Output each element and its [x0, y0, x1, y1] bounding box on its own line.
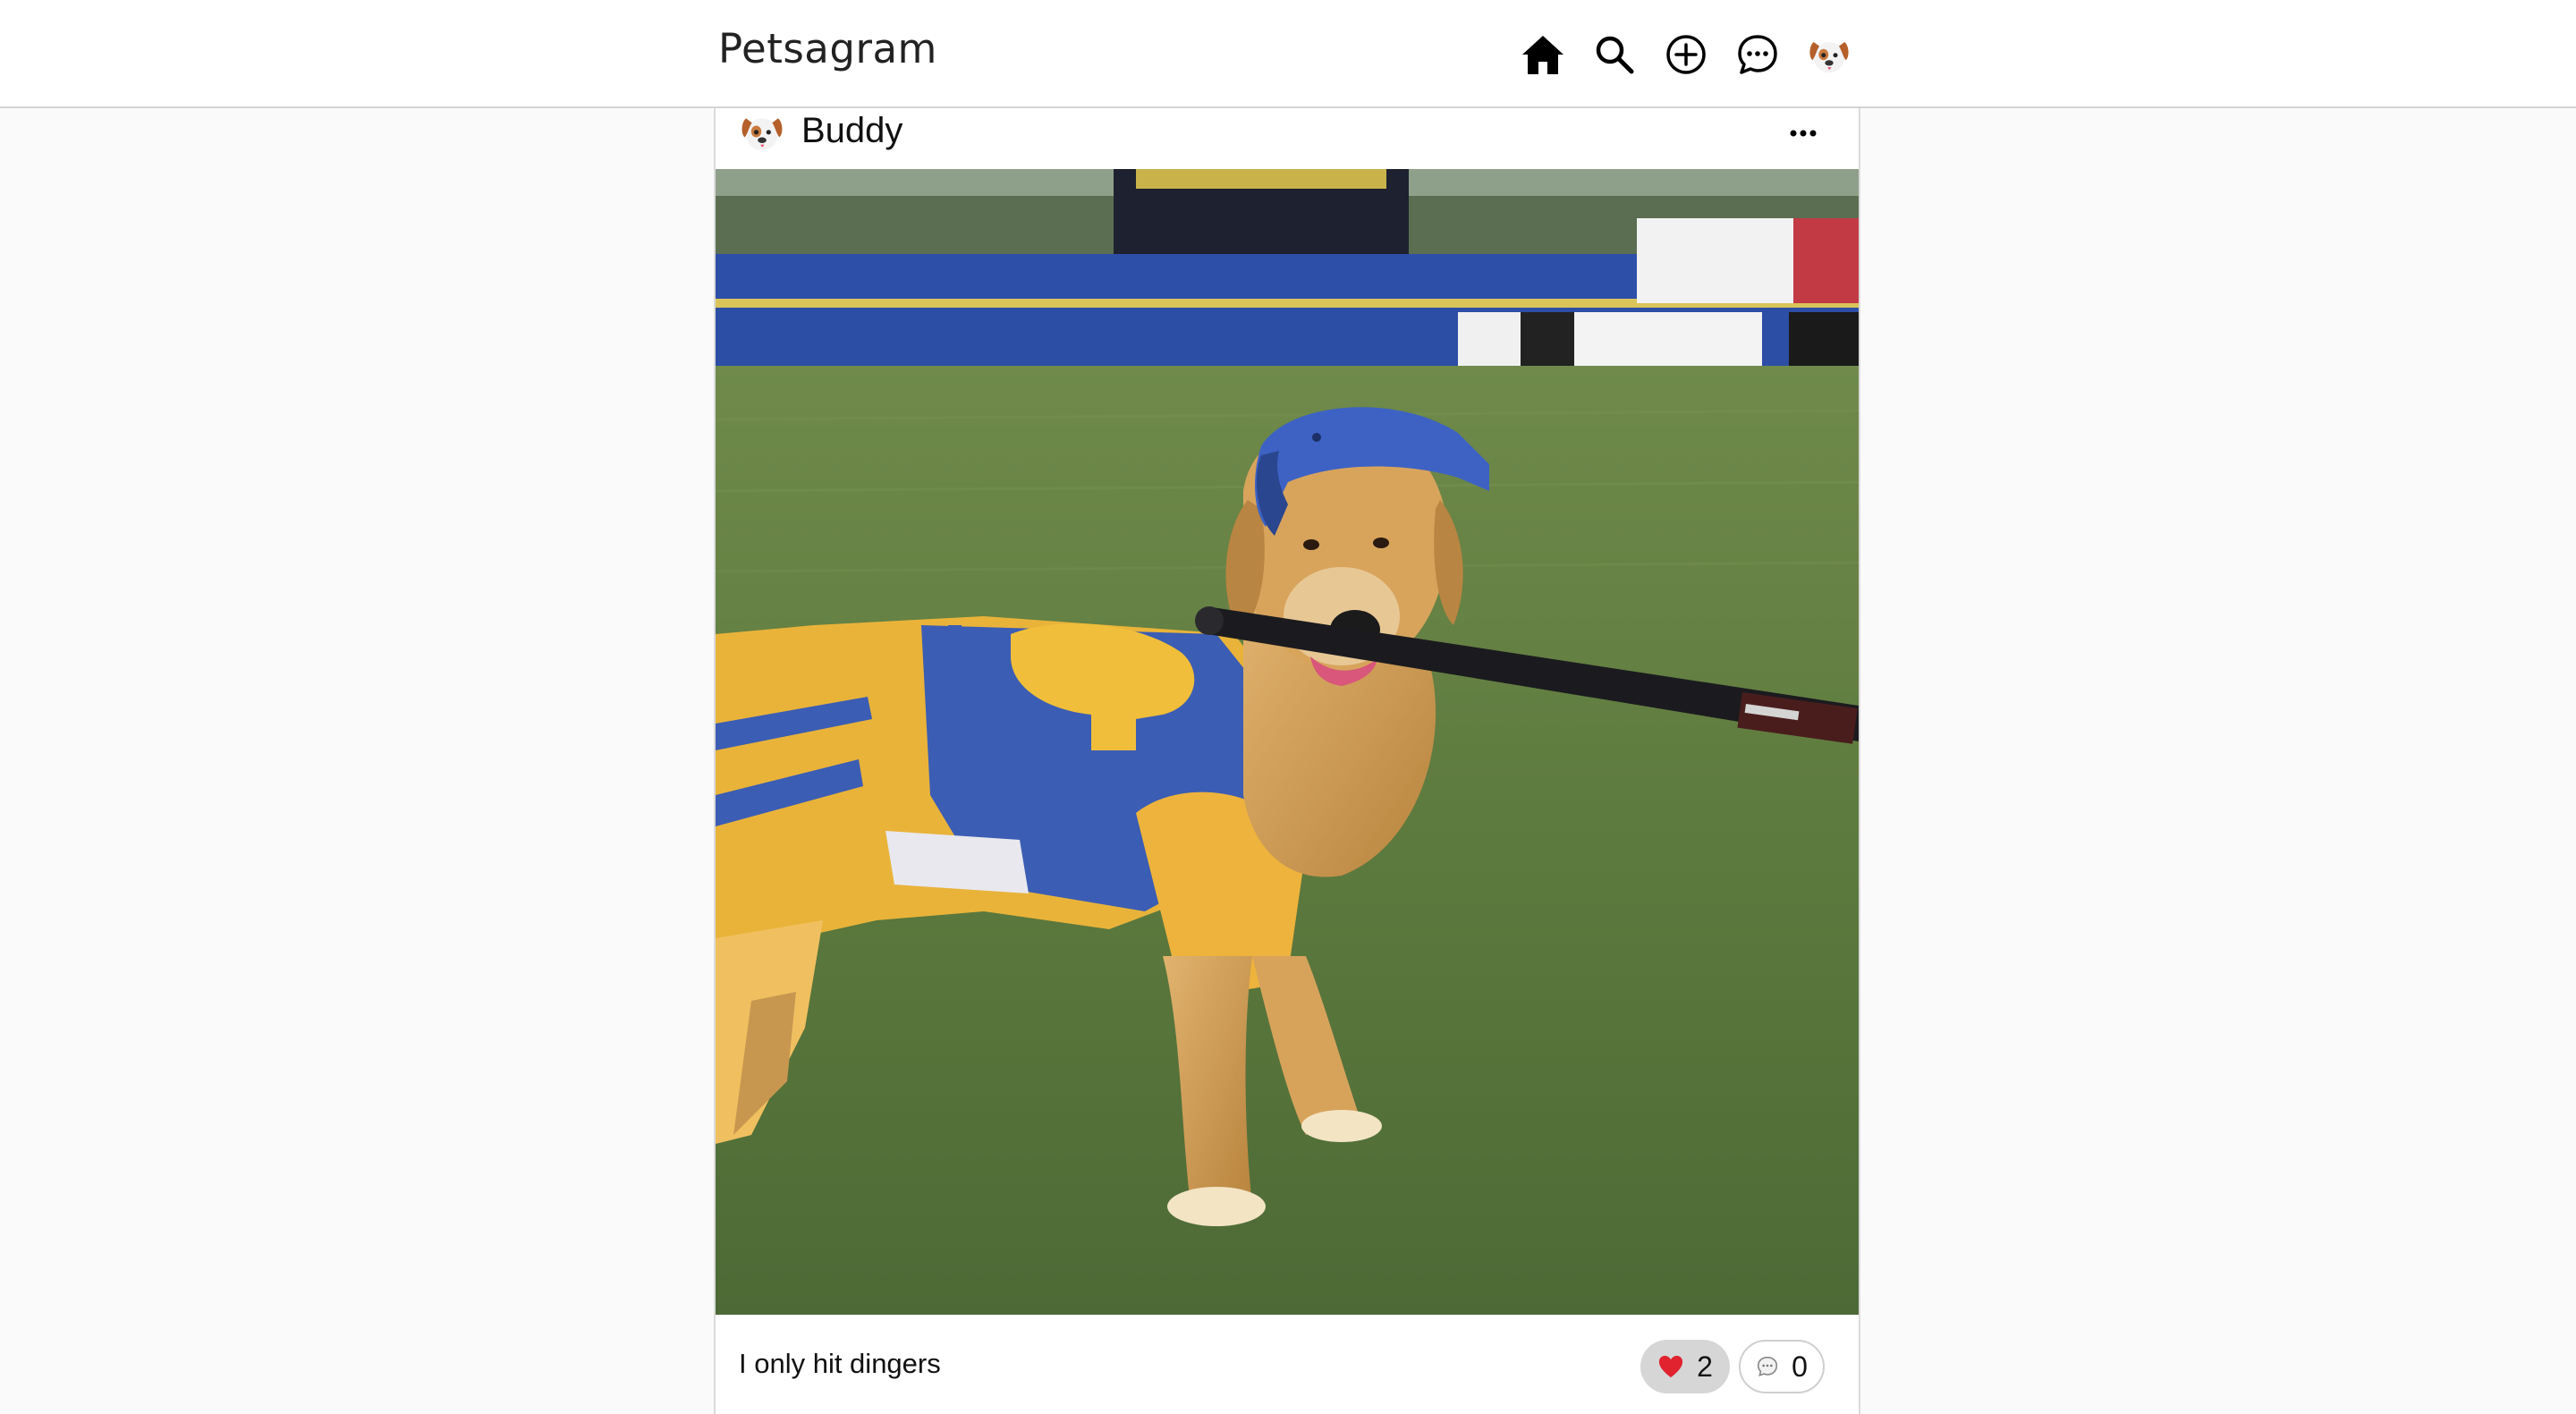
post-card: Buddy I only hit dingers 2 0 — [714, 108, 1860, 1414]
brand-logo[interactable]: Petsagram — [718, 25, 937, 72]
post-username[interactable]: Buddy — [801, 108, 902, 153]
more-options-icon[interactable] — [1785, 115, 1821, 151]
like-button[interactable]: 2 — [1640, 1340, 1730, 1393]
messages-icon[interactable] — [1735, 32, 1780, 77]
comment-button[interactable]: 0 — [1739, 1340, 1825, 1393]
golden-retriever-baseball-photo — [716, 169, 1859, 1315]
post-header: Buddy — [716, 108, 1859, 169]
add-post-icon[interactable] — [1664, 32, 1708, 77]
home-icon[interactable] — [1521, 32, 1565, 77]
post-caption: I only hit dingers — [739, 1348, 941, 1379]
profile-avatar[interactable] — [1807, 32, 1852, 77]
dog-face-icon[interactable] — [739, 108, 785, 155]
heart-icon — [1659, 1355, 1683, 1378]
comment-count: 0 — [1792, 1350, 1808, 1383]
like-count: 2 — [1697, 1350, 1713, 1383]
post-photo[interactable] — [716, 169, 1859, 1315]
search-icon[interactable] — [1592, 32, 1637, 77]
comment-bubble-icon — [1757, 1356, 1778, 1376]
top-navbar: Petsagram — [0, 0, 2576, 108]
